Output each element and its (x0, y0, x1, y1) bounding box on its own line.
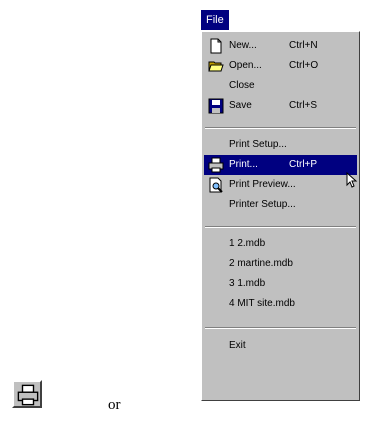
new-document-icon (210, 38, 222, 54)
menu-item-exit[interactable]: Exit (204, 336, 357, 356)
menu-item-shortcut: Ctrl+S (289, 100, 318, 111)
menu-item-shortcut: Ctrl+P (289, 159, 318, 170)
menu-item-save[interactable]: Save Ctrl+S (204, 96, 357, 116)
menu-item-print[interactable]: Print... Ctrl+P (204, 155, 357, 175)
menu-item-shortcut: Ctrl+O (289, 60, 319, 71)
menu-item-shortcut: Ctrl+N (289, 40, 318, 51)
menu-item-printer-setup[interactable]: Printer Setup... (204, 195, 357, 215)
menu-item-recent-1[interactable]: 1 2.mdb (204, 234, 357, 254)
menu-item-recent-2[interactable]: 2 martine.mdb (204, 254, 357, 274)
menu-item-close[interactable]: Close (204, 76, 357, 96)
file-menu-title[interactable]: File (201, 10, 229, 30)
menu-item-label: 3 1.mdb (229, 278, 266, 289)
menu-item-label: Print Setup... (229, 139, 287, 150)
menu-item-print-setup[interactable]: Print Setup... (204, 135, 357, 155)
save-disk-icon (208, 98, 224, 114)
or-label: or (108, 397, 121, 413)
menu-item-open[interactable]: Open... Ctrl+O (204, 56, 357, 76)
printer-icon (17, 384, 39, 406)
menu-item-label: Save (229, 100, 252, 111)
menu-separator (205, 327, 356, 329)
print-preview-icon (209, 177, 223, 193)
menu-item-label: Printer Setup... (229, 199, 296, 210)
menu-item-recent-3[interactable]: 3 1.mdb (204, 274, 357, 294)
printer-icon (208, 157, 224, 173)
menu-item-label: 2 martine.mdb (229, 258, 293, 269)
menu-item-new[interactable]: New... Ctrl+N (204, 36, 357, 56)
open-folder-icon (208, 61, 224, 72)
toolbar-print-button[interactable] (12, 380, 42, 408)
menu-item-label: 4 MIT site.mdb (229, 298, 295, 309)
menu-item-print-preview[interactable]: Print Preview... (204, 175, 357, 195)
menu-item-label: Print... (229, 159, 258, 170)
menu-separator (205, 127, 356, 129)
menu-item-label: Close (229, 80, 255, 91)
menu-separator (205, 226, 356, 228)
menu-item-recent-4[interactable]: 4 MIT site.mdb (204, 294, 357, 314)
menu-item-label: Open... (229, 60, 262, 71)
file-menu-dropdown: New... Ctrl+N Open... Ctrl+O Close Save … (201, 31, 360, 401)
menu-item-label: Exit (229, 340, 246, 351)
menu-item-label: 1 2.mdb (229, 238, 266, 249)
menu-item-label: New... (229, 40, 257, 51)
menu-item-label: Print Preview... (229, 179, 296, 190)
